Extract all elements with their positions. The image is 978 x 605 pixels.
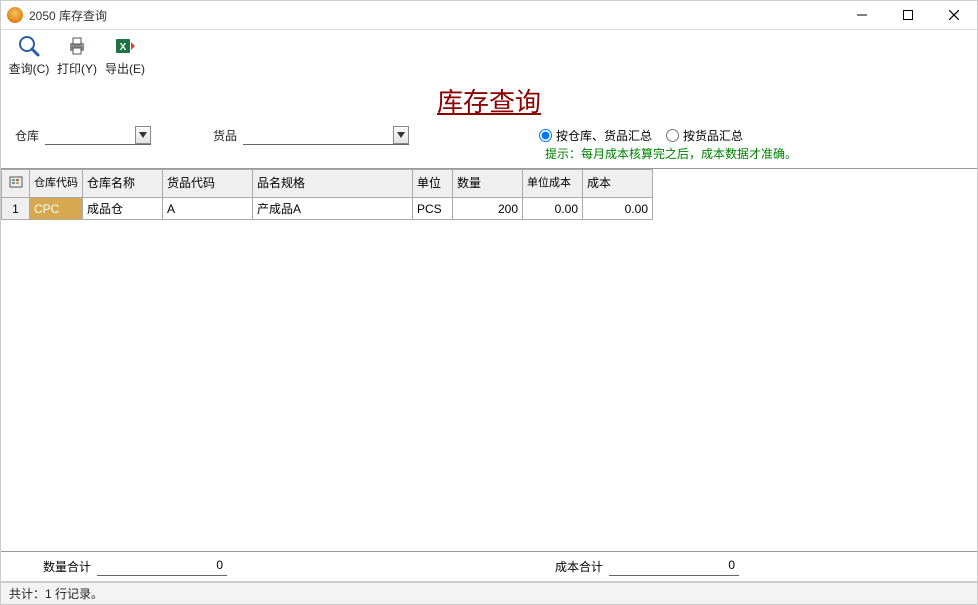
col-unit[interactable]: 单位 xyxy=(413,170,453,198)
warehouse-combo[interactable] xyxy=(45,125,151,145)
search-icon xyxy=(17,34,41,58)
cell-qty[interactable]: 200 xyxy=(453,198,523,220)
title-bar: 2050 库存查询 xyxy=(1,1,977,30)
radio-by-warehouse-goods[interactable]: 按仓库、货品汇总 xyxy=(539,127,652,144)
radio-by-warehouse-goods-input[interactable] xyxy=(539,129,552,142)
col-unit-cost[interactable]: 单位成本 xyxy=(523,170,583,198)
totals-row: 数量合计 0 成本合计 0 xyxy=(1,552,977,582)
col-warehouse-name[interactable]: 仓库名称 xyxy=(83,170,163,198)
grid-header-row: 仓库代码 仓库名称 货品代码 品名规格 单位 数量 单位成本 成本 xyxy=(2,170,653,198)
minimize-button[interactable] xyxy=(839,1,885,30)
grid-wrap: 仓库代码 仓库名称 货品代码 品名规格 单位 数量 单位成本 成本 1 CPC … xyxy=(1,168,977,552)
window-title: 2050 库存查询 xyxy=(29,7,107,24)
cost-total-label: 成本合计 xyxy=(555,558,603,575)
export-button[interactable]: X 导出(E) xyxy=(101,32,149,78)
window-controls xyxy=(839,1,977,30)
print-button[interactable]: 打印(Y) xyxy=(53,32,101,78)
warehouse-input[interactable] xyxy=(45,126,135,144)
status-bar: 共计：1 行记录。 xyxy=(1,582,977,604)
radio-by-goods-input[interactable] xyxy=(666,129,679,142)
excel-export-icon: X xyxy=(113,34,137,58)
filter-row: 仓库 货品 按仓库、货品汇总 按货品汇总 xyxy=(1,121,977,147)
goods-combo[interactable] xyxy=(243,125,409,145)
maximize-button[interactable] xyxy=(885,1,931,30)
close-button[interactable] xyxy=(931,1,977,30)
cell-goods-code[interactable]: A xyxy=(163,198,253,220)
row-number[interactable]: 1 xyxy=(2,198,30,220)
print-button-label: 打印(Y) xyxy=(57,60,97,77)
cell-cost[interactable]: 0.00 xyxy=(583,198,653,220)
inventory-grid[interactable]: 仓库代码 仓库名称 货品代码 品名规格 单位 数量 单位成本 成本 1 CPC … xyxy=(1,169,653,220)
page-title: 库存查询 xyxy=(437,82,541,119)
cost-total-value: 0 xyxy=(609,558,739,576)
cell-warehouse-code[interactable]: CPC xyxy=(30,198,83,220)
col-cost[interactable]: 成本 xyxy=(583,170,653,198)
chevron-down-icon[interactable] xyxy=(393,126,409,144)
svg-text:X: X xyxy=(120,42,127,53)
printer-icon xyxy=(65,34,89,58)
warehouse-label: 仓库 xyxy=(15,127,39,144)
toolbar: 查询(C) 打印(Y) X 导出(E) xyxy=(1,30,977,78)
row-selector-header[interactable] xyxy=(2,170,30,198)
col-goods-code[interactable]: 货品代码 xyxy=(163,170,253,198)
qty-total-value: 0 xyxy=(97,558,227,576)
radio-by-warehouse-goods-label: 按仓库、货品汇总 xyxy=(556,127,652,144)
goods-label: 货品 xyxy=(213,127,237,144)
col-goods-spec[interactable]: 品名规格 xyxy=(253,170,413,198)
heading-row: 库存查询 xyxy=(1,78,977,121)
hint-text: 提示：每月成本核算完之后，成本数据才准确。 xyxy=(531,145,977,168)
query-button-label: 查询(C) xyxy=(9,60,50,77)
col-qty[interactable]: 数量 xyxy=(453,170,523,198)
cell-unit[interactable]: PCS xyxy=(413,198,453,220)
cell-warehouse-name[interactable]: 成品仓 xyxy=(83,198,163,220)
qty-total-label: 数量合计 xyxy=(43,558,91,575)
radio-by-goods-label: 按货品汇总 xyxy=(683,127,743,144)
chevron-down-icon[interactable] xyxy=(135,126,151,144)
col-warehouse-code[interactable]: 仓库代码 xyxy=(30,170,83,198)
cell-goods-spec[interactable]: 产成品A xyxy=(253,198,413,220)
radio-by-goods[interactable]: 按货品汇总 xyxy=(666,127,743,144)
query-button[interactable]: 查询(C) xyxy=(5,32,53,78)
summary-radio-group: 按仓库、货品汇总 按货品汇总 xyxy=(539,127,743,144)
status-text: 共计：1 行记录。 xyxy=(9,585,103,602)
cell-unit-cost[interactable]: 0.00 xyxy=(523,198,583,220)
goods-input[interactable] xyxy=(243,126,393,144)
app-icon xyxy=(7,7,23,23)
export-button-label: 导出(E) xyxy=(105,60,145,77)
table-row[interactable]: 1 CPC 成品仓 A 产成品A PCS 200 0.00 0.00 xyxy=(2,198,653,220)
